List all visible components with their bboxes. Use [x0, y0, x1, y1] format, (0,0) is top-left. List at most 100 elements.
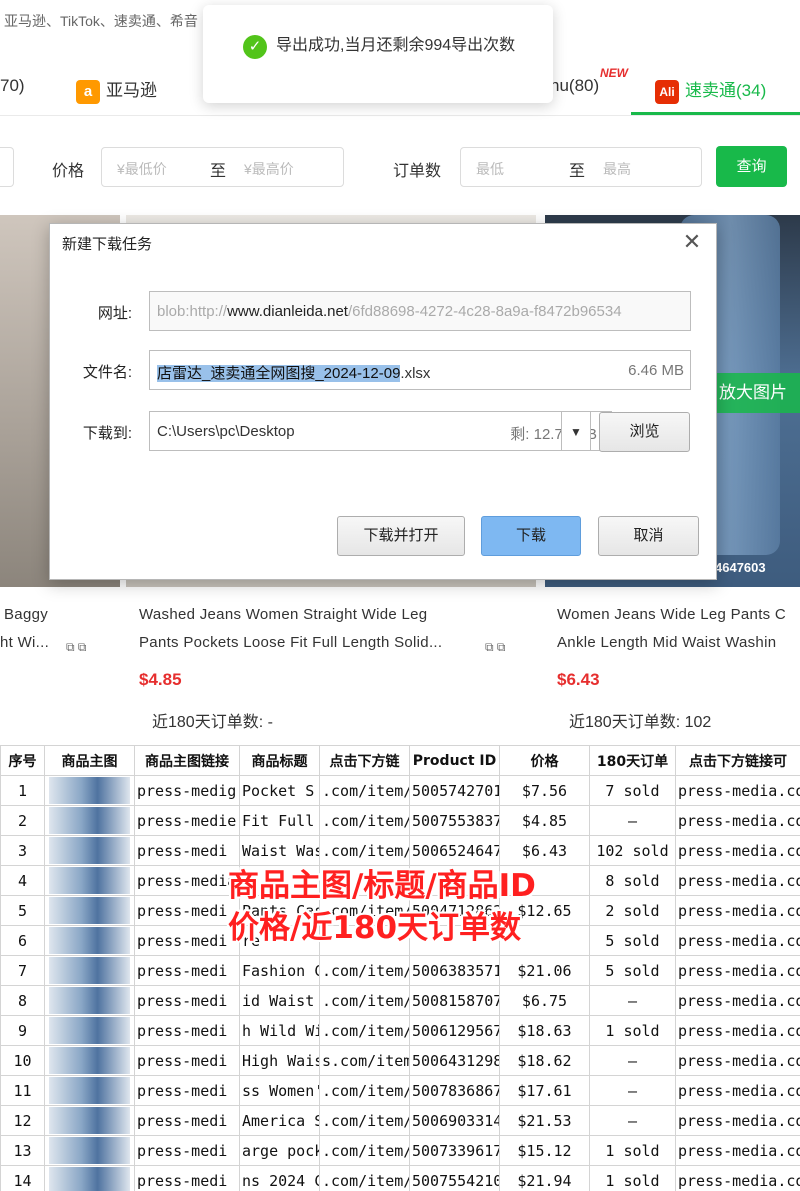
sheet-cell-sold[interactable]: 1 sold — [590, 1166, 676, 1191]
sheet-header-cell[interactable]: 价格 — [500, 746, 590, 776]
sheet-cell-no[interactable]: 2 — [1, 806, 45, 836]
sheet-cell-title[interactable]: Pocket S — [240, 776, 320, 806]
download-button[interactable]: 下载 — [481, 516, 581, 556]
sheet-header-cell[interactable]: 商品标题 — [240, 746, 320, 776]
tab-temu[interactable]: nu(80) — [550, 76, 599, 96]
query-button[interactable]: 查询 — [716, 146, 787, 187]
card3-title-line1[interactable]: Women Jeans Wide Leg Pants C — [557, 606, 800, 623]
sheet-cell-link[interactable]: press-media.co — [676, 896, 800, 926]
sheet-cell-image-link[interactable]: press-medi — [135, 1106, 240, 1136]
table-row[interactable]: 10 press-mediHigh Waists.com/item/5006431… — [1, 1046, 800, 1076]
sheet-cell-title[interactable]: Waist Wash — [240, 836, 320, 866]
sheet-cell-link[interactable]: press-media.co — [676, 1106, 800, 1136]
sheet-cell-sold[interactable]: 1 sold — [590, 1016, 676, 1046]
sheet-cell-price[interactable]: $18.62 — [500, 1046, 590, 1076]
table-row[interactable]: 1 press-medigPocket S.com/item/5005742701… — [1, 776, 800, 806]
sheet-cell-price[interactable]: $21.06 — [500, 956, 590, 986]
sheet-cell-link[interactable]: press-media.co — [676, 1136, 800, 1166]
sheet-cell-image-link[interactable]: press-medi — [135, 836, 240, 866]
card1-title-line1[interactable]: Baggy — [4, 606, 114, 623]
sheet-cell-url[interactable]: .com/item/ — [320, 806, 410, 836]
orders-max-input[interactable]: 最高 — [603, 159, 631, 179]
sheet-cell-url[interactable]: .com/item/ — [320, 956, 410, 986]
sheet-cell-title[interactable]: h Wild Wid — [240, 1016, 320, 1046]
url-field[interactable]: blob:http://www.dianleida.net/6fd88698-4… — [149, 291, 691, 331]
sheet-cell-image-link[interactable]: press-medie — [135, 806, 240, 836]
dialog-title-bar[interactable]: 新建下载任务 ✕ — [50, 224, 716, 260]
sheet-cell-link[interactable]: press-media.co — [676, 1076, 800, 1106]
sheet-cell-link[interactable]: press-media.co — [676, 1046, 800, 1076]
sheet-cell-sold[interactable]: 7 sold — [590, 776, 676, 806]
sheet-cell-image-link[interactable]: press-medi — [135, 956, 240, 986]
table-row[interactable]: 9press-medih Wild Wid.com/item/500612956… — [1, 1016, 800, 1046]
sheet-cell-sold[interactable]: 1 sold — [590, 1136, 676, 1166]
copy-icon[interactable]: ⧉ ⧉ — [66, 640, 86, 655]
sheet-cell-link[interactable]: press-media.co — [676, 956, 800, 986]
sheet-cell-sold[interactable]: – — [590, 1076, 676, 1106]
table-row[interactable]: 14press-medins 2024 Ca.com/item/50075542… — [1, 1166, 800, 1191]
sheet-cell-price[interactable]: $15.12 — [500, 1136, 590, 1166]
sheet-cell-url[interactable]: .com/item/ — [320, 776, 410, 806]
sheet-header-cell[interactable]: 180天订单 — [590, 746, 676, 776]
card2-title-line1[interactable]: Washed Jeans Women Straight Wide Leg — [139, 606, 484, 623]
sheet-cell-product-id[interactable]: 5008158707 — [410, 986, 500, 1016]
copy-icon[interactable]: ⧉ ⧉ — [485, 640, 505, 655]
sheet-cell-sold[interactable]: – — [590, 806, 676, 836]
sheet-cell-price[interactable]: $21.53 — [500, 1106, 590, 1136]
sheet-cell-image-link[interactable]: press-medi — [135, 986, 240, 1016]
sheet-cell-product-id[interactable]: 5006903314 — [410, 1106, 500, 1136]
table-row[interactable]: 12press-mediAmerica S.com/item/500690331… — [1, 1106, 800, 1136]
sheet-cell-no[interactable]: 10 — [1, 1046, 45, 1076]
sheet-cell-price[interactable]: $4.85 — [500, 806, 590, 836]
download-and-open-button[interactable]: 下载并打开 — [337, 516, 465, 556]
sheet-cell-title[interactable]: High Waist — [240, 1046, 320, 1076]
tab-aliexpress[interactable]: Ali速卖通(34) — [655, 76, 766, 104]
tab-partial[interactable]: 70) — [0, 76, 25, 96]
sheet-cell-no[interactable]: 13 — [1, 1136, 45, 1166]
sheet-cell-title[interactable]: id Waist W — [240, 986, 320, 1016]
sheet-cell-product-id[interactable]: 5007554210 — [410, 1166, 500, 1191]
sheet-cell-thumb[interactable] — [45, 836, 135, 866]
card2-title-line2[interactable]: Pants Pockets Loose Fit Full Length Soli… — [139, 634, 484, 651]
sheet-cell-no[interactable]: 3 — [1, 836, 45, 866]
sheet-cell-sold[interactable]: – — [590, 986, 676, 1016]
sheet-cell-image-link[interactable]: press-medi — [135, 1046, 240, 1076]
sheet-cell-sold[interactable]: – — [590, 1106, 676, 1136]
sheet-header-cell[interactable]: 序号 — [1, 746, 45, 776]
sheet-cell-sold[interactable]: 102 sold — [590, 836, 676, 866]
sheet-cell-thumb[interactable] — [45, 1106, 135, 1136]
sheet-cell-url[interactable]: .com/item/ — [320, 1106, 410, 1136]
sheet-cell-title[interactable]: ns 2024 Ca — [240, 1166, 320, 1191]
sheet-cell-image-link[interactable]: press-medig — [135, 776, 240, 806]
sheet-cell-url[interactable]: .com/item/ — [320, 1166, 410, 1191]
sheet-cell-url[interactable]: .com/item/ — [320, 1016, 410, 1046]
sheet-cell-link[interactable]: press-media.co — [676, 836, 800, 866]
cancel-button[interactable]: 取消 — [598, 516, 699, 556]
sheet-cell-product-id[interactable]: 5006383571 — [410, 956, 500, 986]
sheet-header-cell[interactable]: 商品主图 — [45, 746, 135, 776]
sheet-cell-thumb[interactable] — [45, 1076, 135, 1106]
sheet-cell-sold[interactable]: 5 sold — [590, 956, 676, 986]
sheet-cell-no[interactable]: 1 — [1, 776, 45, 806]
chevron-down-icon[interactable]: ▼ — [561, 411, 591, 451]
sheet-cell-product-id[interactable]: 5006431298 — [410, 1046, 500, 1076]
saveto-field[interactable]: C:\Users\pc\Desktop 剩: 12.77 GB — [149, 411, 612, 451]
sheet-cell-product-id[interactable]: 5006129567 — [410, 1016, 500, 1046]
sheet-cell-product-id[interactable]: 5005742701 — [410, 776, 500, 806]
table-row[interactable]: 8press-mediid Waist W.com/item/500815870… — [1, 986, 800, 1016]
sheet-cell-product-id[interactable]: 5006524647 — [410, 836, 500, 866]
browse-button[interactable]: 浏览 — [599, 412, 690, 452]
sheet-cell-no[interactable]: 6 — [1, 926, 45, 956]
table-row[interactable]: 2press-medieFit Full.com/item/5007553837… — [1, 806, 800, 836]
sheet-cell-thumb[interactable] — [45, 956, 135, 986]
sheet-cell-no[interactable]: 9 — [1, 1016, 45, 1046]
sheet-cell-no[interactable]: 5 — [1, 896, 45, 926]
sheet-cell-url[interactable]: s.com/item/ — [320, 1046, 410, 1076]
sheet-cell-url[interactable]: .com/item/ — [320, 1136, 410, 1166]
sheet-cell-no[interactable]: 4 — [1, 866, 45, 896]
partial-filter-input[interactable] — [0, 147, 14, 187]
sheet-cell-price[interactable]: $17.61 — [500, 1076, 590, 1106]
sheet-cell-thumb[interactable] — [45, 896, 135, 926]
sheet-cell-link[interactable]: press-media.co — [676, 1016, 800, 1046]
card3-title-line2[interactable]: Ankle Length Mid Waist Washin — [557, 634, 800, 651]
